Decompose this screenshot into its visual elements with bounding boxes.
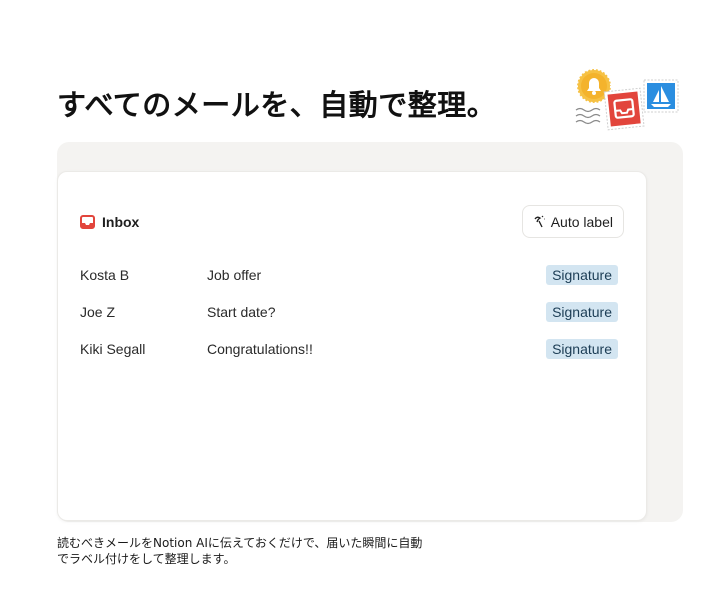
email-row[interactable]: Kosta B Job offer Signature (80, 256, 618, 293)
email-tag: Signature (546, 301, 618, 322)
email-subject: Job offer (207, 266, 262, 283)
inbox-header: Inbox Auto label (80, 205, 624, 238)
postmark-lines (575, 107, 601, 125)
email-tag: Signature (546, 338, 618, 359)
auto-label-button-text: Auto label (550, 213, 613, 230)
email-subject: Congratulations!! (207, 340, 313, 357)
page: すべてのメールを、自動で整理。 Inbox Auto label Kosta B… (0, 0, 728, 591)
email-row[interactable]: Joe Z Start date? Signature (80, 293, 618, 330)
auto-label-icon (534, 215, 545, 228)
sailboat-stamp-icon (643, 79, 679, 113)
email-subject: Start date? (207, 303, 276, 320)
email-sender: Kiki Segall (80, 340, 146, 357)
caption-line-2: でラベル付けをして整理します。 (57, 552, 236, 566)
auto-label-button[interactable]: Auto label (521, 205, 624, 238)
page-headline: すべてのメールを、自動で整理。 (57, 88, 497, 122)
email-tag: Signature (546, 264, 618, 285)
inbox-card: Inbox Auto label Kosta B Job offer Signa… (57, 171, 647, 521)
email-list: Kosta B Job offer Signature Joe Z Start … (80, 256, 618, 367)
stamps-illustration (575, 68, 679, 131)
inbox-title-label: Inbox (102, 213, 140, 230)
email-row[interactable]: Kiki Segall Congratulations!! Signature (80, 330, 618, 367)
caption-line-1: 読むべきメールをNotion AIに伝えておくだけで、届いた瞬間に自動 (57, 536, 423, 550)
email-sender: Kosta B (80, 266, 130, 283)
inbox-stamp-icon (603, 87, 645, 131)
inbox-title[interactable]: Inbox (80, 214, 139, 230)
inbox-icon (80, 214, 95, 229)
email-sender: Joe Z (80, 303, 116, 320)
description-caption: 読むべきメールをNotion AIに伝えておくだけで、届いた瞬間に自動 でラベル… (57, 535, 477, 567)
